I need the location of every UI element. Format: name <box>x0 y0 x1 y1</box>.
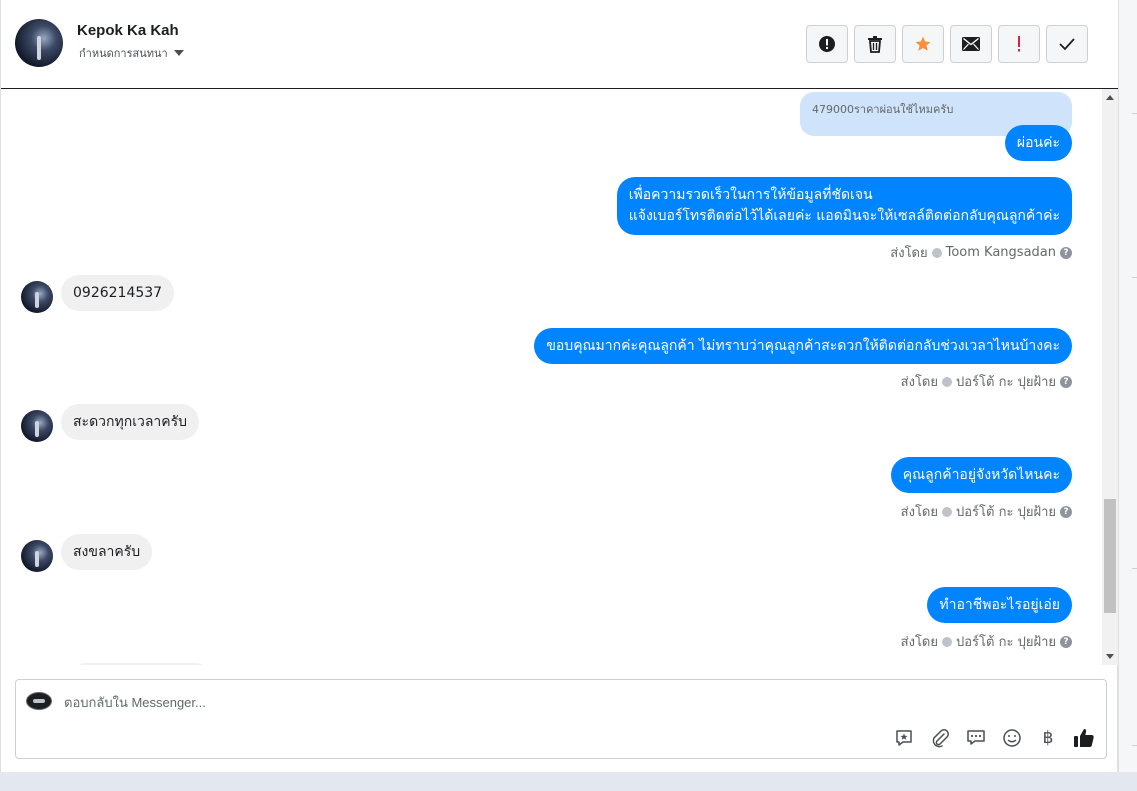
verified-icon <box>931 247 942 258</box>
message-line: เพื่อความรวดเร็วในการให้ข้อมูลที่ชัดเจน <box>628 187 873 203</box>
message-thread[interactable]: 479000ราคาผ่อนใช้ไหมครับ ผ่อนค่ะ เพื่อคว… <box>1 89 1102 665</box>
saved-reply-button[interactable] <box>892 726 916 750</box>
scroll-up-arrow-icon[interactable] <box>1106 95 1114 100</box>
agent-name: ปอร์โต้ กะ ปุยฝ้าย <box>956 635 1056 650</box>
contact-name[interactable]: Kepok Ka Kah <box>77 22 179 39</box>
attachment-icon <box>932 729 949 748</box>
verified-icon <box>942 376 952 387</box>
message-bubble-outgoing[interactable]: คุณลูกค้าอยู่จังหวัดไหนคะ <box>890 457 1072 493</box>
contact-avatar[interactable] <box>15 19 63 67</box>
reply-composer: ฿ <box>15 679 1107 759</box>
exclamation-icon <box>1018 36 1020 52</box>
quoted-message-text: 479000ราคาผ่อนใช้ไหมครับ <box>812 103 954 116</box>
sent-by-text: ส่งโดย <box>900 375 938 390</box>
like-button[interactable] <box>1072 726 1096 750</box>
alert-icon <box>819 36 835 52</box>
assign-label: กำหนดการสนทนา <box>79 47 168 60</box>
sent-by-text: ส่งโดย <box>890 246 928 261</box>
saved-reply-icon <box>896 730 912 746</box>
emoji-icon <box>1003 729 1021 747</box>
verified-icon <box>942 506 952 517</box>
help-icon[interactable]: ? <box>1060 505 1072 518</box>
chat-bubbles-icon <box>967 730 985 745</box>
sent-by-text: ส่งโดย <box>900 505 938 520</box>
edge-tick <box>1132 113 1137 114</box>
mark-done-button[interactable] <box>1046 25 1088 63</box>
agent-name: ปอร์โต้ กะ ปุยฝ้าย <box>956 375 1056 390</box>
report-spam-button[interactable] <box>806 25 848 63</box>
help-icon[interactable]: ? <box>1060 375 1072 388</box>
message-bubble-incoming-partial[interactable] <box>71 663 211 665</box>
message-templates-button[interactable] <box>964 726 988 750</box>
message-bubble-incoming[interactable]: สะดวกทุกเวลาครับ <box>61 404 200 440</box>
agent-name: ปอร์โต้ กะ ปุยฝ้าย <box>956 505 1056 520</box>
right-edge-strip <box>1118 0 1137 791</box>
agent-name: Toom Kangsadan <box>945 245 1056 260</box>
message-bubble-outgoing[interactable]: เพื่อความรวดเร็วในการให้ข้อมูลที่ชัดเจน … <box>616 177 1072 235</box>
sent-by-text: ส่งโดย <box>900 635 938 650</box>
scroll-down-arrow-icon[interactable] <box>1106 654 1114 659</box>
trash-icon <box>868 36 882 53</box>
help-icon[interactable]: ? <box>1060 246 1072 259</box>
composer-toolbar: ฿ <box>892 726 1096 750</box>
checkmark-icon <box>1059 38 1075 51</box>
follow-up-button[interactable] <box>998 25 1040 63</box>
baht-icon: ฿ <box>1042 728 1054 748</box>
edge-tick <box>1132 277 1137 278</box>
sent-by-label: ส่งโดย Toom Kangsadan ? <box>890 242 1072 263</box>
thumbs-up-icon <box>1074 729 1094 747</box>
payment-button[interactable]: ฿ <box>1036 726 1060 750</box>
star-icon <box>915 36 931 51</box>
conversation-toolbar <box>806 25 1088 63</box>
sent-by-label: ส่งโดย ปอร์โต้ กะ ปุยฝ้าย ? <box>901 371 1072 392</box>
caret-down-icon <box>173 50 184 56</box>
attachment-button[interactable] <box>928 726 952 750</box>
conversation-header: Kepok Ka Kah กำหนดการสนทนา <box>1 0 1118 89</box>
sent-by-label: ส่งโดย ปอร์โต้ กะ ปุยฝ้าย ? <box>901 631 1072 652</box>
contact-avatar-small <box>21 281 53 313</box>
message-bubble-incoming[interactable]: 0926214537 <box>61 275 175 311</box>
bottom-edge-strip <box>0 772 1137 791</box>
edge-tick <box>1132 568 1137 569</box>
star-button[interactable] <box>902 25 944 63</box>
thread-scrollbar[interactable] <box>1102 89 1118 665</box>
sent-by-label: ส่งโดย ปอร์โต้ กะ ปุยฝ้าย ? <box>901 501 1072 522</box>
emoji-button[interactable] <box>1000 726 1024 750</box>
message-bubble-outgoing[interactable]: ผ่อนค่ะ <box>1004 125 1072 161</box>
conversation-panel: Kepok Ka Kah กำหนดการสนทนา 479000ราคาผ่อ… <box>0 0 1118 772</box>
page-logo-avatar <box>26 692 52 710</box>
verified-icon <box>942 636 952 647</box>
contact-avatar-small <box>21 540 53 572</box>
message-line: แจ้งเบอร์โทรติดต่อไว้ได้เลยค่ะ แอดมินจะใ… <box>628 208 1060 224</box>
edge-tick <box>1132 745 1137 746</box>
assign-conversation-dropdown[interactable]: กำหนดการสนทนา <box>79 44 184 62</box>
contact-avatar-small <box>21 410 53 442</box>
reply-input[interactable] <box>64 692 664 712</box>
help-icon[interactable]: ? <box>1060 635 1072 648</box>
message-bubble-incoming[interactable]: สงขลาครับ <box>61 534 153 570</box>
message-bubble-outgoing[interactable]: ทำอาชีพอะไรอยู่เอ่ย <box>927 587 1072 623</box>
envelope-icon <box>962 37 980 51</box>
message-bubble-outgoing[interactable]: ขอบคุณมากค่ะคุณลูกค้า ไม่ทราบว่าคุณลูกค้… <box>534 328 1072 364</box>
delete-button[interactable] <box>854 25 896 63</box>
scrollbar-thumb[interactable] <box>1104 499 1116 613</box>
mark-unread-button[interactable] <box>950 25 992 63</box>
